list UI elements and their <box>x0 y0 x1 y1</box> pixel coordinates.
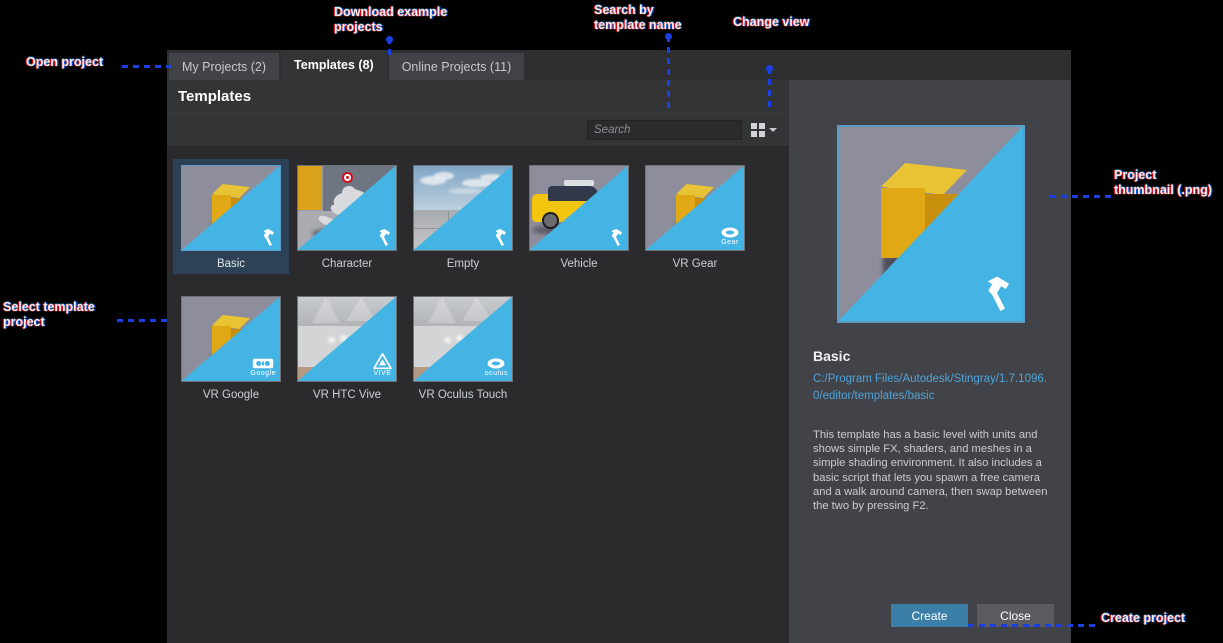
search-input[interactable] <box>587 120 742 140</box>
change-view-button[interactable] <box>751 123 777 137</box>
template-label: VR HTC Vive <box>312 389 382 401</box>
annotation-select-template-project: Select template project <box>3 300 95 329</box>
project-manager-dialog: My Projects (2) Templates (8) Online Pro… <box>167 50 1071 643</box>
template-tile-character[interactable]: Character <box>289 159 405 274</box>
tab-my-projects[interactable]: My Projects (2) <box>169 53 280 80</box>
template-tile-vehicle[interactable]: Vehicle <box>521 159 637 274</box>
template-label: VR Google <box>202 389 260 401</box>
chevron-down-icon <box>769 128 777 132</box>
room-scene <box>414 297 512 381</box>
annotation-leader-create-project <box>968 624 1096 627</box>
annotation-leader-search <box>667 36 670 112</box>
template-label: Empty <box>446 258 480 270</box>
template-thumbnail <box>181 165 281 251</box>
cube-scene-large <box>839 127 1023 321</box>
annotation-leader-open-project <box>122 65 174 68</box>
template-details-pane: Basic C:/Program Files/Autodesk/Stingray… <box>789 80 1071 643</box>
annotation-leader-select-template <box>117 319 167 322</box>
cube-scene <box>182 166 280 250</box>
dialog-body: Templates Search Basic Character Empty V… <box>167 80 1071 643</box>
template-tile-vr-gear[interactable]: Gear VR Gear <box>637 159 753 274</box>
template-label: VR Oculus Touch <box>418 389 508 401</box>
template-thumbnail: oculus <box>413 296 513 382</box>
template-tile-vr-htc-vive[interactable]: VIVE VR HTC Vive <box>289 290 405 405</box>
annotation-search-by-template-name: Search by template name <box>594 3 682 32</box>
vehicle-scene <box>530 166 628 250</box>
templates-toolbar <box>167 114 789 147</box>
template-detail-path[interactable]: C:/Program Files/Autodesk/Stingray/1.7.1… <box>813 371 1056 404</box>
room-scene <box>298 297 396 381</box>
template-label: Basic <box>216 258 246 270</box>
cube-scene <box>646 166 744 250</box>
create-button[interactable]: Create <box>891 604 968 627</box>
annotation-leader-change-view <box>768 68 771 112</box>
annotation-change-view: Change view <box>733 15 810 29</box>
annotation-download-example-projects: Download example projects <box>334 5 448 34</box>
template-label: Vehicle <box>560 258 598 270</box>
tab-bar: My Projects (2) Templates (8) Online Pro… <box>167 50 1071 80</box>
template-tile-empty[interactable]: Empty <box>405 159 521 274</box>
project-thumbnail-preview <box>837 125 1025 323</box>
character-scene <box>298 166 396 250</box>
template-thumbnail: Gear <box>645 165 745 251</box>
screenshot-root: My Projects (2) Templates (8) Online Pro… <box>0 0 1223 643</box>
template-label: Character <box>321 258 373 270</box>
template-thumbnail: Google <box>181 296 281 382</box>
template-grid: Basic Character Empty Vehicle Gear VR Ge… <box>167 147 789 643</box>
empty-scene <box>414 166 512 250</box>
annotation-leader-download <box>388 38 391 60</box>
cube-scene <box>182 297 280 381</box>
thumbnail-wrapper: oculus <box>413 296 513 382</box>
annotation-create-project: Create project <box>1101 611 1186 625</box>
template-thumbnail: VIVE <box>297 296 397 382</box>
thumbnail-wrapper <box>297 165 397 251</box>
annotation-open-project: Open project <box>26 55 104 69</box>
template-thumbnail <box>529 165 629 251</box>
tab-online-projects[interactable]: Online Projects (11) <box>388 53 525 80</box>
templates-pane: Templates Search Basic Character Empty V… <box>167 80 789 643</box>
thumbnail-wrapper <box>181 165 281 251</box>
annotation-project-thumbnail: Project thumbnail (.png) <box>1114 168 1212 197</box>
template-row: Google VR Google VIVE VR HTC Vive oculus… <box>173 290 789 405</box>
thumbnail-wrapper: VIVE <box>297 296 397 382</box>
template-tile-vr-oculus-touch[interactable]: oculus VR Oculus Touch <box>405 290 521 405</box>
template-tile-basic[interactable]: Basic <box>173 159 289 274</box>
template-detail-name: Basic <box>813 348 851 364</box>
page-title: Templates <box>167 80 789 114</box>
template-row: Basic Character Empty Vehicle Gear VR Ge… <box>173 159 789 274</box>
template-detail-description: This template has a basic level with uni… <box>813 429 1048 513</box>
annotation-leader-thumbnail <box>1050 195 1114 198</box>
thumbnail-wrapper: Google <box>181 296 281 382</box>
template-thumbnail <box>297 165 397 251</box>
template-thumbnail <box>413 165 513 251</box>
tab-templates[interactable]: Templates (8) <box>281 50 387 80</box>
thumbnail-wrapper <box>413 165 513 251</box>
thumbnail-wrapper <box>529 165 629 251</box>
template-label: VR Gear <box>672 258 718 270</box>
grid-view-icon <box>751 123 765 137</box>
template-tile-vr-google[interactable]: Google VR Google <box>173 290 289 405</box>
thumbnail-wrapper: Gear <box>645 165 745 251</box>
